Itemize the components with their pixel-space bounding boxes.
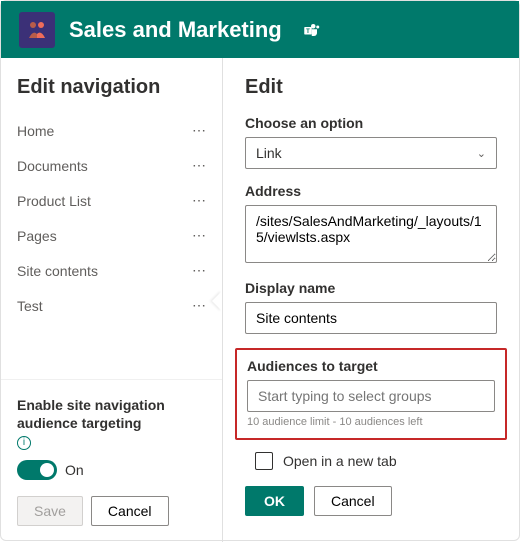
left-button-row: Save Cancel — [17, 496, 206, 526]
address-field: Address — [245, 183, 497, 266]
callout-arrow-icon — [212, 291, 222, 311]
main-area: Edit navigation Home ⋯ Documents ⋯ Product… — [1, 58, 519, 542]
option-value: Link — [256, 145, 282, 161]
display-name-field: Display name — [245, 280, 497, 334]
site-logo — [19, 12, 55, 48]
svg-text:T: T — [306, 29, 310, 35]
nav-item-label: Pages — [17, 228, 57, 244]
audience-field: Audiences to target 10 audience limit - … — [247, 358, 495, 428]
nav-item-label: Product List — [17, 193, 91, 209]
audience-toggle[interactable] — [17, 460, 57, 480]
edit-link-title: Edit — [245, 76, 497, 99]
more-icon[interactable]: ⋯ — [192, 262, 206, 279]
nav-item-home[interactable]: Home ⋯ — [1, 113, 222, 148]
nav-item-label: Site contents — [17, 263, 98, 279]
more-icon[interactable]: ⋯ — [192, 297, 206, 314]
display-name-input[interactable] — [245, 302, 497, 334]
enable-audience-label: Enable site navigation audience targetin… — [17, 396, 206, 450]
site-title: Sales and Marketing — [69, 17, 282, 43]
chevron-down-icon: ⌄ — [477, 147, 486, 160]
option-label: Choose an option — [245, 115, 497, 131]
nav-item-documents[interactable]: Documents ⋯ — [1, 148, 222, 183]
cancel-button-left[interactable]: Cancel — [91, 496, 169, 526]
nav-item-label: Documents — [17, 158, 88, 174]
display-name-label: Display name — [245, 280, 497, 296]
cancel-button-right[interactable]: Cancel — [314, 486, 392, 516]
action-row: OK Cancel — [245, 486, 497, 516]
more-icon[interactable]: ⋯ — [192, 122, 206, 139]
audience-helper-text: 10 audience limit - 10 audiences left — [247, 416, 495, 428]
edit-navigation-title: Edit navigation — [1, 58, 222, 113]
nav-item-test[interactable]: Test ⋯ — [1, 288, 222, 323]
teams-icon: T — [302, 21, 320, 39]
newtab-row: Open in a new tab — [255, 452, 497, 470]
audience-label: Audiences to target — [247, 358, 495, 374]
audience-highlight: Audiences to target 10 audience limit - … — [235, 348, 507, 440]
newtab-label: Open in a new tab — [283, 453, 397, 469]
nav-item-pages[interactable]: Pages ⋯ — [1, 218, 222, 253]
newtab-checkbox[interactable] — [255, 452, 273, 470]
option-field: Choose an option Link ⌄ — [245, 115, 497, 169]
nav-list: Home ⋯ Documents ⋯ Product List ⋯ Pages ⋯ Si… — [1, 113, 222, 379]
option-select[interactable]: Link ⌄ — [245, 137, 497, 169]
address-label: Address — [245, 183, 497, 199]
audience-input[interactable] — [247, 380, 495, 412]
info-icon[interactable]: i — [17, 436, 31, 450]
handshake-icon — [25, 18, 49, 42]
nav-item-label: Home — [17, 123, 54, 139]
save-button: Save — [17, 496, 83, 526]
address-input[interactable] — [245, 205, 497, 263]
toggle-row: On — [17, 460, 206, 480]
bottom-controls: Enable site navigation audience targetin… — [1, 379, 222, 542]
more-icon[interactable]: ⋯ — [192, 227, 206, 244]
toggle-state-label: On — [65, 462, 84, 478]
site-header: Sales and Marketing T — [1, 1, 519, 58]
nav-item-label: Test — [17, 298, 43, 314]
edit-link-panel: Edit Choose an option Link ⌄ Address Dis… — [223, 58, 519, 542]
ok-button[interactable]: OK — [245, 486, 304, 516]
more-icon[interactable]: ⋯ — [192, 192, 206, 209]
nav-item-product-list[interactable]: Product List ⋯ — [1, 183, 222, 218]
nav-item-site-contents[interactable]: Site contents ⋯ — [1, 253, 222, 288]
more-icon[interactable]: ⋯ — [192, 157, 206, 174]
edit-navigation-panel: Edit navigation Home ⋯ Documents ⋯ Product… — [1, 58, 223, 542]
